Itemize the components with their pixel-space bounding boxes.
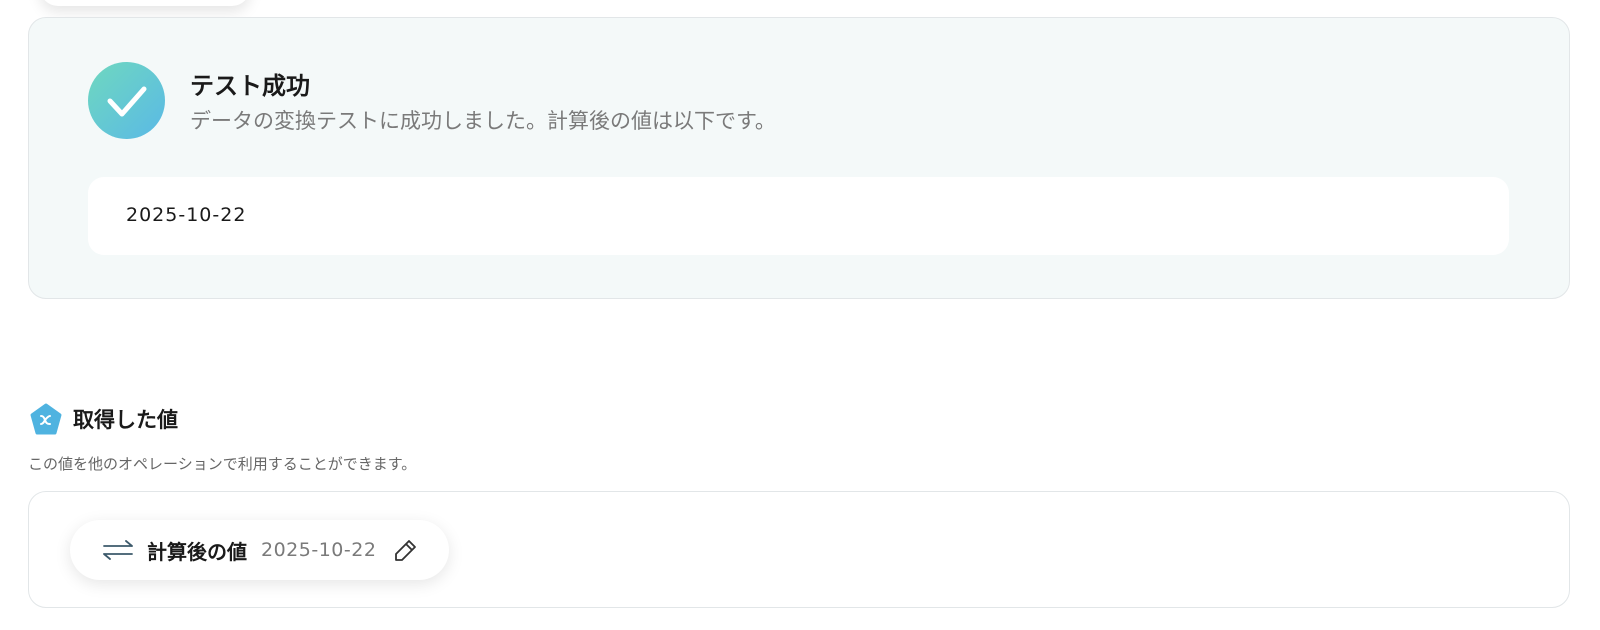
value-text: 2025-10-22 — [261, 539, 377, 561]
success-title: テスト成功 — [190, 72, 310, 100]
variable-icon — [29, 403, 63, 437]
swap-arrows-icon — [103, 540, 133, 560]
retrieved-values-title: 取得した値 — [73, 408, 178, 432]
test-success-panel: テスト成功 データの変換テストに成功しました。計算後の値は以下です。 2025-… — [28, 17, 1570, 299]
result-value: 2025-10-22 — [126, 204, 247, 226]
check-circle-icon — [88, 62, 165, 139]
retrieved-values-description: この値を他のオペレーションで利用することができます。 — [28, 455, 417, 473]
success-message: データの変換テストに成功しました。計算後の値は以下です。 — [190, 109, 776, 133]
top-card-edge — [40, 0, 250, 6]
value-chip[interactable]: 計算後の値 2025-10-22 — [70, 520, 450, 580]
value-label: 計算後の値 — [147, 539, 247, 564]
retrieved-values-panel: 計算後の値 2025-10-22 — [28, 491, 1570, 608]
result-value-box: 2025-10-22 — [88, 177, 1509, 255]
pencil-edit-icon[interactable] — [393, 537, 419, 563]
